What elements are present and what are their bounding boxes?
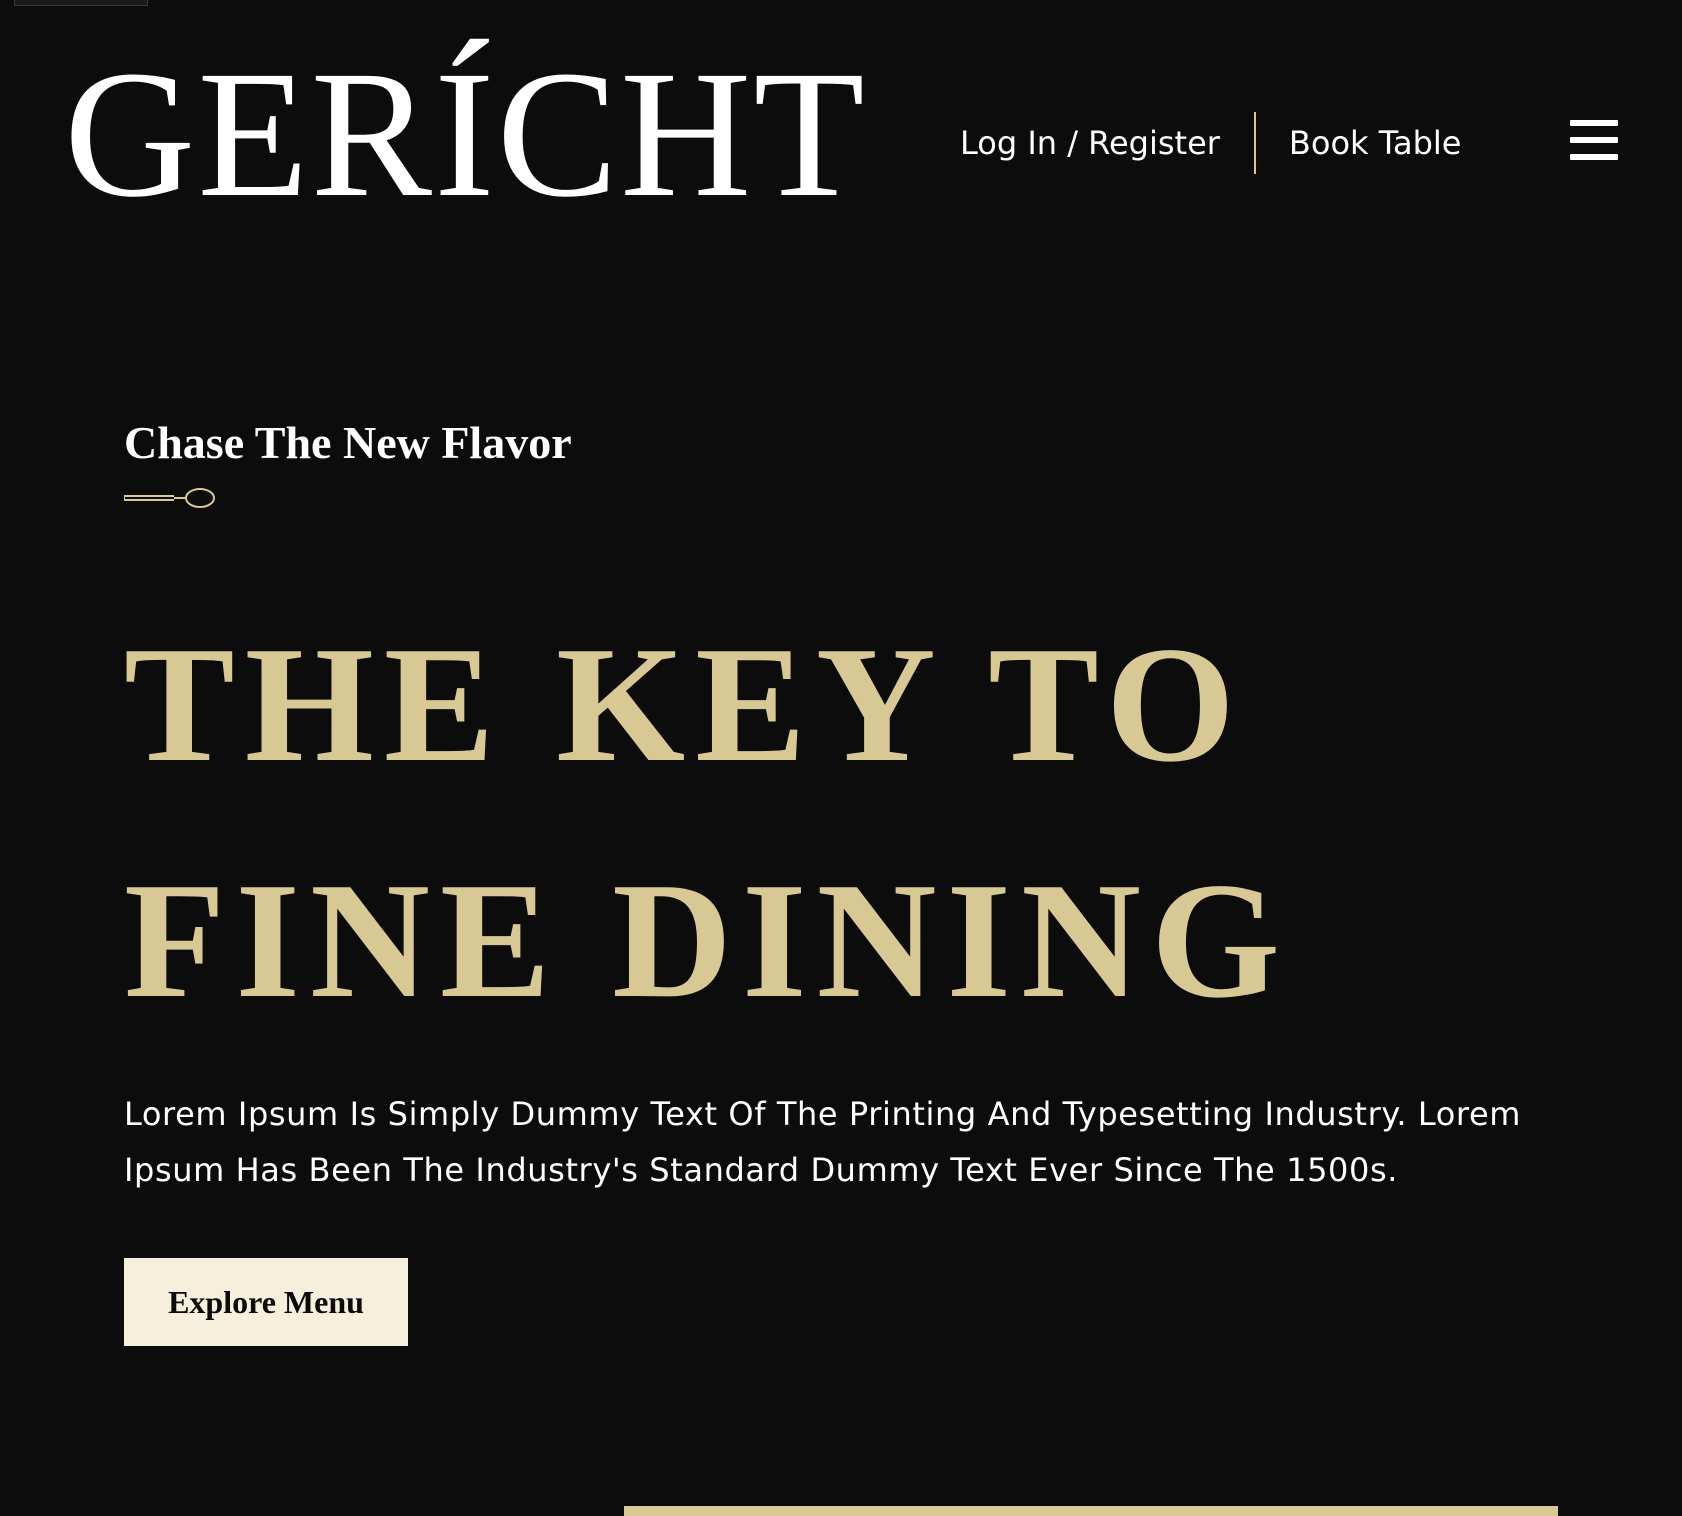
nav-links: Log In / Register Book Table [960, 112, 1461, 174]
book-table-link[interactable]: Book Table [1289, 124, 1462, 162]
headline-line-2: FINE DINING [124, 848, 1291, 1032]
explore-menu-button[interactable]: Explore Menu [124, 1258, 408, 1346]
hero-section: Chase The New Flavor THE KEY TO FINE DIN… [124, 417, 1604, 1346]
hamburger-menu-icon[interactable] [1568, 120, 1618, 160]
logo[interactable]: GERÍCHT [64, 44, 867, 226]
hero-subtitle: Chase The New Flavor [124, 417, 572, 468]
hero-headline: THE KEY TO FINE DINING [124, 586, 1290, 1058]
login-register-link[interactable]: Log In / Register [960, 124, 1220, 162]
nav-divider [1253, 112, 1256, 174]
headline-line-1: THE KEY TO [124, 612, 1245, 796]
navbar: GERÍCHT Log In / Register Book Table [0, 0, 1682, 260]
spoon-icon [124, 488, 215, 508]
hero-description: Lorem Ipsum Is Simply Dummy Text Of The … [124, 1095, 1522, 1189]
hero-image-frame-edge [624, 1506, 1558, 1516]
